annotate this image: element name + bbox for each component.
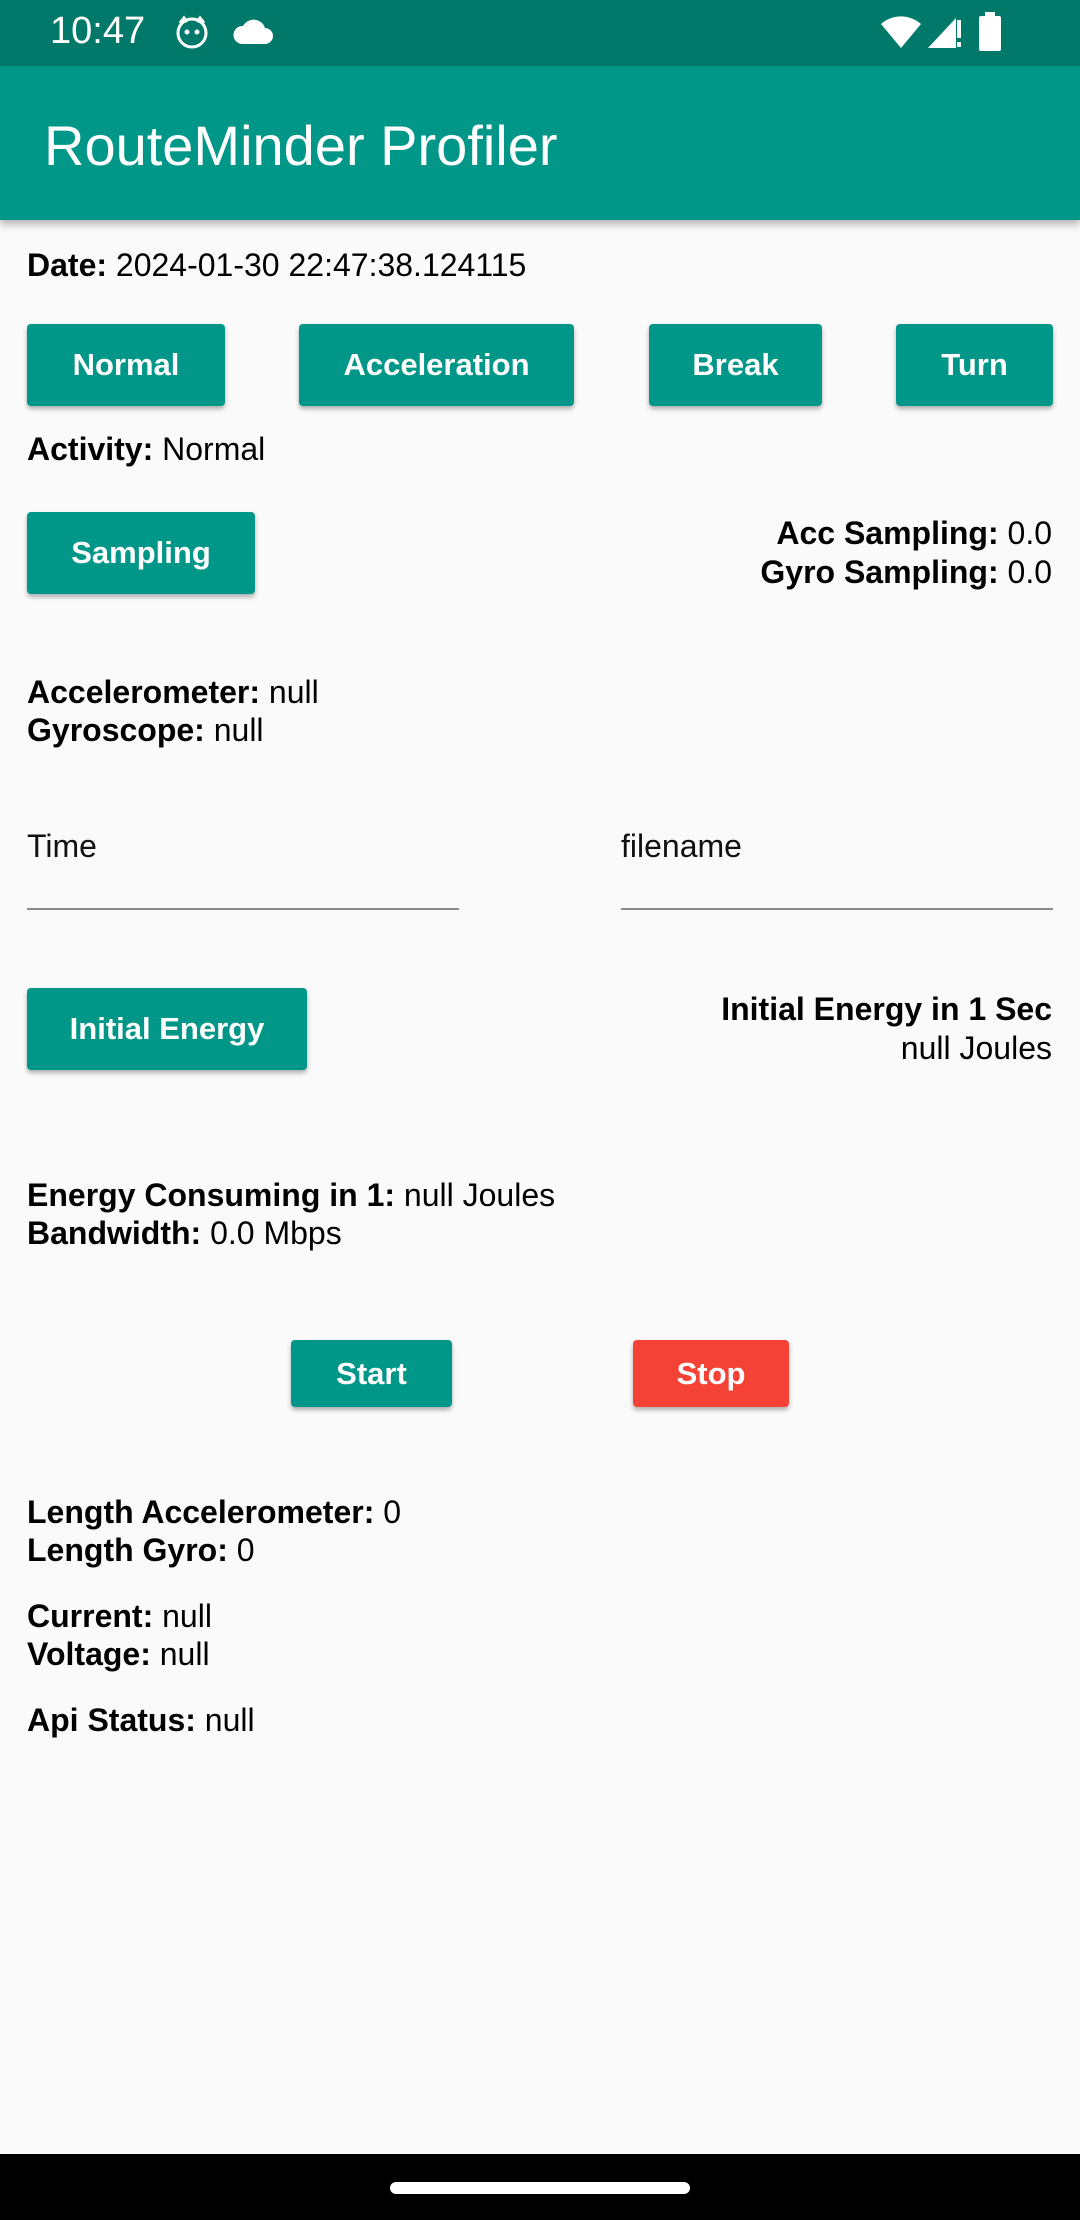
cat-notification-icon [174,14,210,55]
break-button[interactable]: Break [649,324,822,406]
time-underline [27,908,459,910]
bandwidth-label: Bandwidth: [27,1215,202,1251]
time-input[interactable] [27,816,459,876]
date-label: Date: [27,247,108,283]
filename-field[interactable] [621,816,1053,910]
accelerometer-row: Accelerometer: null [27,673,319,711]
bandwidth-value: 0.0 Mbps [201,1215,342,1251]
voltage-label: Voltage: [27,1636,151,1672]
signal-icon [926,14,962,55]
acceleration-button[interactable]: Acceleration [299,324,574,406]
activity-label: Activity: [27,431,154,467]
home-gesture-handle[interactable] [390,2182,690,2194]
initial-energy-button[interactable]: Initial Energy [27,988,307,1070]
length-accelerometer-row: Length Accelerometer: 0 [27,1493,401,1531]
sampling-button[interactable]: Sampling [27,512,255,594]
initial-energy-value: null Joules [900,1030,1052,1066]
length-gyro-row: Length Gyro: 0 [27,1531,255,1569]
api-status-value: null [195,1702,255,1738]
initial-energy-label: Initial Energy in 1 Sec [721,991,1052,1027]
length-gyro-label: Length Gyro: [27,1532,228,1568]
length-accelerometer-label: Length Accelerometer: [27,1494,375,1530]
filename-underline [621,908,1053,910]
api-status-label: Api Status: [27,1702,196,1738]
time-field[interactable] [27,816,459,910]
turn-button[interactable]: Turn [896,324,1053,406]
start-button[interactable]: Start [291,1340,452,1407]
api-status-row: Api Status: null [27,1701,255,1739]
gyro-sampling-row: Gyro Sampling: 0.0 [760,553,1052,591]
battery-icon [978,12,1002,57]
length-gyro-value: 0 [227,1532,255,1568]
current-row: Current: null [27,1597,212,1635]
stop-button[interactable]: Stop [633,1340,789,1407]
length-accelerometer-value: 0 [374,1494,402,1530]
app-title: RouteMinder Profiler [44,114,558,177]
accelerometer-value: null [260,674,319,710]
bandwidth-row: Bandwidth: 0.0 Mbps [27,1214,342,1252]
cloud-icon [232,16,274,51]
status-time: 10:47 [50,10,146,52]
date-row: Date: 2024-01-30 22:47:38.124115 [27,246,526,284]
voltage-row: Voltage: null [27,1635,210,1673]
gyroscope-row: Gyroscope: null [27,711,264,749]
date-value: 2024-01-30 22:47:38.124115 [107,247,527,283]
gyro-sampling-value: 0.0 [998,554,1052,590]
current-value: null [153,1598,212,1634]
current-label: Current: [27,1598,154,1634]
energy-consuming-row: Energy Consuming in 1: null Joules [27,1176,555,1214]
status-bar: 10:47 [0,0,1080,66]
wifi-icon [880,16,922,55]
activity-value: Normal [153,431,266,467]
energy-consuming-label: Energy Consuming in 1: [27,1177,396,1213]
acc-sampling-row: Acc Sampling: 0.0 [776,514,1052,552]
filename-input[interactable] [621,816,1053,876]
voltage-value: null [150,1636,210,1672]
normal-button[interactable]: Normal [27,324,225,406]
navigation-bar [0,2154,1080,2220]
acc-sampling-value: 0.0 [998,515,1052,551]
app-bar: RouteMinder Profiler [0,66,1080,220]
acc-sampling-label: Acc Sampling: [776,515,999,551]
gyro-sampling-label: Gyro Sampling: [760,554,999,590]
gyroscope-label: Gyroscope: [27,712,205,748]
accelerometer-label: Accelerometer: [27,674,260,710]
activity-row: Activity: Normal [27,430,265,468]
gyroscope-value: null [204,712,264,748]
energy-consuming-value: null Joules [395,1177,556,1213]
